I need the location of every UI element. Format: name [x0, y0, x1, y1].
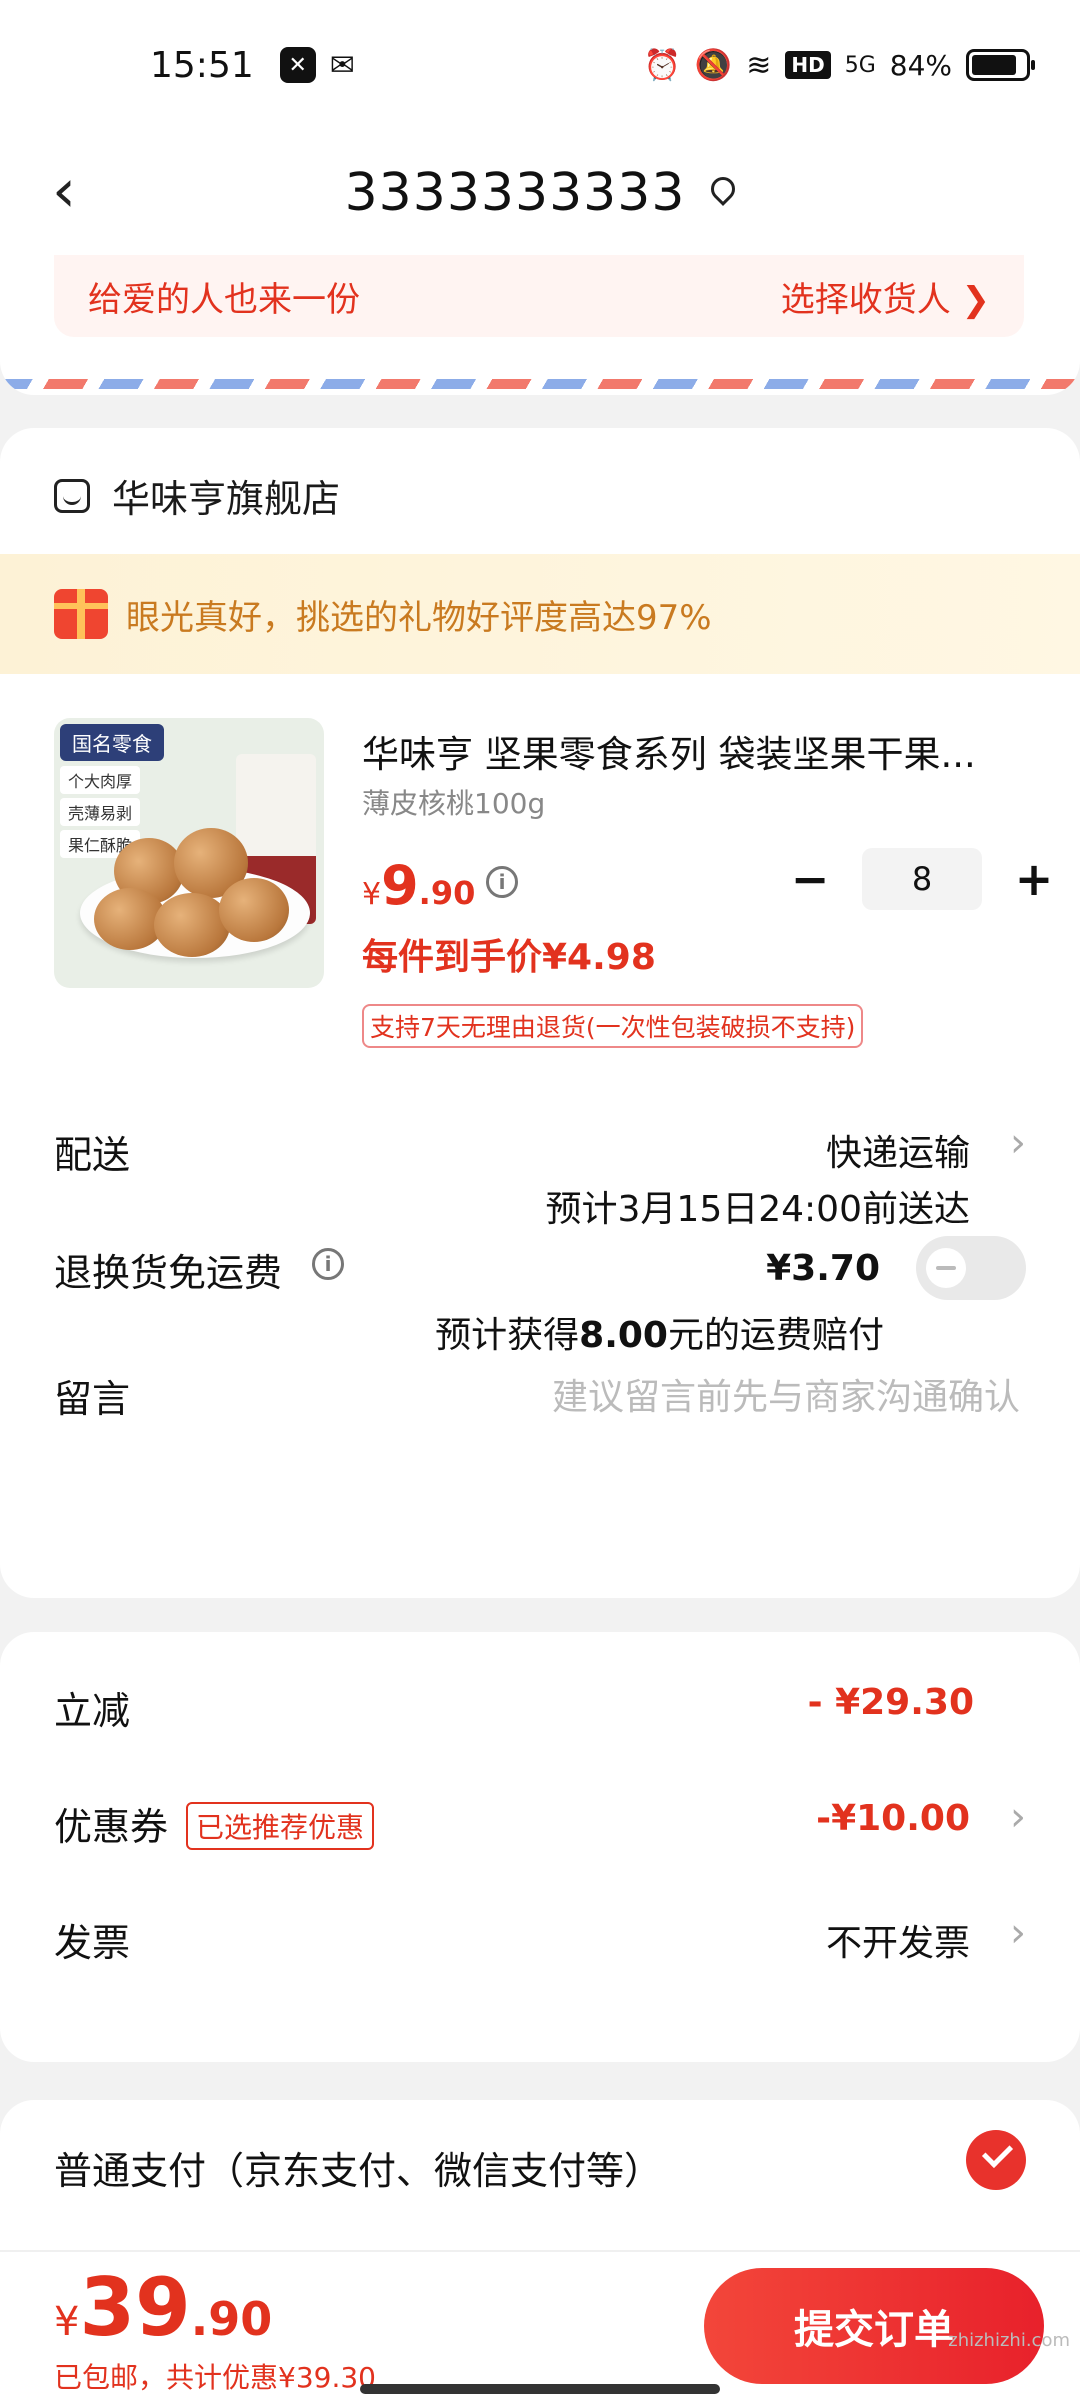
gift-text: 给爱的人也来一份 — [88, 279, 360, 320]
return-shipping-price: ¥3.70 — [766, 1248, 880, 1289]
increase-button[interactable]: + — [1004, 849, 1064, 909]
delivery-eta: 预计3月15日24:00前送达 — [545, 1189, 970, 1230]
mute-icon: 🔕 — [694, 47, 733, 83]
instant-discount-label: 立减 — [54, 1689, 131, 1733]
total-price: ¥ 39 .90 — [54, 2268, 272, 2348]
product-title[interactable]: 华味亨 坚果零食系列 袋装坚果干果... — [362, 724, 1002, 778]
unit-price: 每件到手价¥4.98 — [362, 937, 656, 978]
coupon-tag: 已选推荐优惠 — [186, 1801, 375, 1850]
quantity-stepper: − 8 + — [780, 848, 1064, 910]
coupon-value: -¥10.00 — [816, 1798, 970, 1839]
message-label: 留言 — [54, 1377, 131, 1421]
invoice-label: 发票 — [54, 1921, 131, 1965]
instant-discount-value: - ¥29.30 — [807, 1682, 974, 1723]
page-title: 3333333333 — [344, 162, 686, 223]
product-image[interactable]: 国名零食 个大肉厚 壳薄易剥 果仁酥脆 — [54, 718, 324, 988]
return-shipping-note: 预计获得8.00元的运费赔付 — [435, 1315, 884, 1356]
price-info-icon[interactable]: i — [486, 866, 518, 898]
discount-card: 立减 - ¥29.30 优惠券 已选推荐优惠 -¥10.00 › 发票 不开发票 … — [0, 1632, 1080, 2062]
delivery-label-text: 配送 — [54, 1133, 131, 1177]
status-time: 15:51 — [150, 44, 254, 86]
back-icon[interactable]: ‹ — [52, 156, 76, 226]
select-recipient-link[interactable]: 选择收货人 ❯ — [781, 272, 990, 321]
hd-icon: HD — [785, 51, 831, 79]
envelope-stripe — [0, 379, 1080, 389]
return-shipping-toggle[interactable] — [916, 1236, 1026, 1300]
status-icons: ⏰ 🔕 ≋ HD 5G 84% — [643, 47, 1035, 83]
wifi-icon: ≋ — [746, 47, 772, 83]
image-tag: 个大肉厚 — [60, 766, 141, 794]
toggle-knob — [926, 1248, 966, 1288]
shop-header[interactable]: 华味亨旗舰店 — [54, 468, 340, 523]
return-policy-tag: 支持7天无理由退货(一次性包装破损不支持) — [362, 1004, 864, 1048]
chevron-right-icon: › — [1010, 1120, 1026, 1166]
total-note: 已包邮，共计优惠¥39.30 — [54, 2356, 376, 2396]
nav-bar: ‹ 3333333333 — [0, 130, 1080, 255]
home-indicator[interactable] — [360, 2384, 720, 2394]
walnut-graphic — [154, 893, 230, 957]
battery-icon — [966, 49, 1035, 81]
checkout-bar: ¥ 39 .90 已包邮，共计优惠¥39.30 提交订单 — [0, 2250, 1080, 2400]
status-bar: 15:51 ✕ ✉ ⏰ 🔕 ≋ HD 5G 84% — [0, 0, 1080, 130]
promo-banner: 眼光真好，挑选的礼物好评度高达97% — [0, 554, 1080, 674]
image-badge: 国名零食 — [60, 724, 164, 761]
price-decimal: .90 — [418, 874, 476, 912]
quantity-input[interactable]: 8 — [862, 848, 982, 910]
submit-order-button[interactable]: 提交订单 — [704, 2268, 1044, 2384]
return-shipping-info-icon[interactable]: i — [312, 1248, 344, 1280]
watermark: zhizhizhi.com — [948, 2330, 1070, 2351]
total-currency: ¥ — [54, 2299, 80, 2345]
signal-icon: 5G — [844, 52, 876, 78]
price-currency: ¥ — [362, 877, 382, 912]
location-pin-icon[interactable] — [706, 171, 741, 206]
delivery-method: 快递运输 — [825, 1133, 970, 1174]
gift-recipient-row[interactable]: 给爱的人也来一份 选择收货人 ❯ — [54, 255, 1024, 337]
gift-icon — [54, 589, 108, 639]
chevron-right-icon: › — [1010, 1910, 1026, 1956]
shop-name: 华味亨旗舰店 — [112, 477, 341, 521]
store-icon — [54, 478, 90, 513]
return-shipping-label: 退换货免运费 — [54, 1251, 283, 1295]
app-notification-icon: ✕ — [279, 47, 316, 83]
promo-text: 眼光真好，挑选的礼物好评度高达97% — [126, 597, 712, 638]
message-input[interactable]: 建议留言前先与商家沟通确认 — [552, 1368, 1020, 1420]
battery-percent: 84% — [889, 48, 952, 82]
total-decimal: .90 — [190, 2292, 273, 2346]
address-card: 给爱的人也来一份 选择收货人 ❯ — [0, 255, 1080, 395]
image-tag: 壳薄易剥 — [60, 798, 141, 826]
shop-card: 华味亨旗舰店 眼光真好，挑选的礼物好评度高达97% 国名零食 个大肉厚 壳薄易剥… — [0, 428, 1080, 1598]
coupon-label: 优惠券 已选推荐优惠 — [54, 1796, 375, 1854]
alarm-icon: ⏰ — [643, 47, 681, 83]
walnut-graphic — [219, 878, 289, 942]
chevron-right-icon: › — [1010, 1794, 1026, 1840]
product-spec: 薄皮核桃100g — [362, 787, 546, 820]
wechat-icon: ✉ — [329, 47, 355, 83]
checked-icon[interactable] — [966, 2130, 1026, 2190]
payment-method-label: 普通支付（京东支付、微信支付等） — [54, 2149, 663, 2193]
invoice-value: 不开发票 — [825, 1923, 970, 1964]
shipping-note: 已包邮，共计优惠 — [54, 2361, 279, 2394]
total-integer: 39 — [79, 2261, 191, 2354]
decrease-button[interactable]: − — [780, 849, 840, 909]
product-price: ¥ 9 .90 — [362, 854, 475, 917]
price-integer: 9 — [381, 854, 419, 917]
